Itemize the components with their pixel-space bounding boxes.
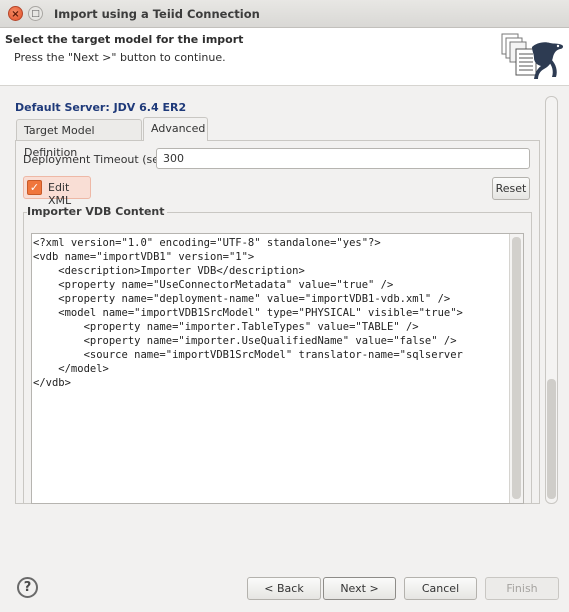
xml-vertical-scrollbar[interactable] [509,234,523,503]
edit-xml-label[interactable]: Edit XML [48,181,90,207]
wizard-page-title: Select the target model for the import [5,33,244,46]
xml-editor[interactable]: <?xml version="1.0" encoding="UTF-8" sta… [31,233,524,504]
window-title: Import using a Teiid Connection [54,7,260,21]
cancel-button[interactable]: Cancel [404,577,477,600]
next-button[interactable]: Next > [323,577,396,600]
default-server-label: Default Server: JDV 6.4 ER2 [15,101,187,114]
deployment-timeout-label: Deployment Timeout (sec): [23,153,174,166]
reset-button[interactable]: Reset [492,177,530,200]
wizard-page-description: Press the "Next >" button to continue. [14,51,226,64]
deployment-timeout-input[interactable] [156,148,530,169]
back-button[interactable]: < Back [247,577,321,600]
title-bar: × □ Import using a Teiid Connection [0,0,569,28]
page-scrollbar-thumb[interactable] [547,379,556,499]
finish-button: Finish [485,577,559,600]
maximize-window-button[interactable]: □ [28,6,43,21]
help-icon[interactable]: ? [17,577,38,598]
close-window-button[interactable]: × [8,6,23,21]
teiid-import-wizard-icon [501,33,564,79]
importer-vdb-content-title: Importer VDB Content [27,205,167,218]
tab-advanced[interactable]: Advanced [143,117,208,141]
xml-content[interactable]: <?xml version="1.0" encoding="UTF-8" sta… [33,236,463,390]
tab-target-model-definition[interactable]: Target Model Definition [16,119,142,159]
edit-xml-checkbox-container[interactable]: ✓ Edit XML [23,176,91,207]
edit-xml-checkbox[interactable]: ✓ [27,180,42,195]
page-vertical-scrollbar[interactable] [545,96,558,504]
wizard-header: Select the target model for the import P… [0,28,569,86]
xml-scrollbar-thumb[interactable] [512,237,521,499]
